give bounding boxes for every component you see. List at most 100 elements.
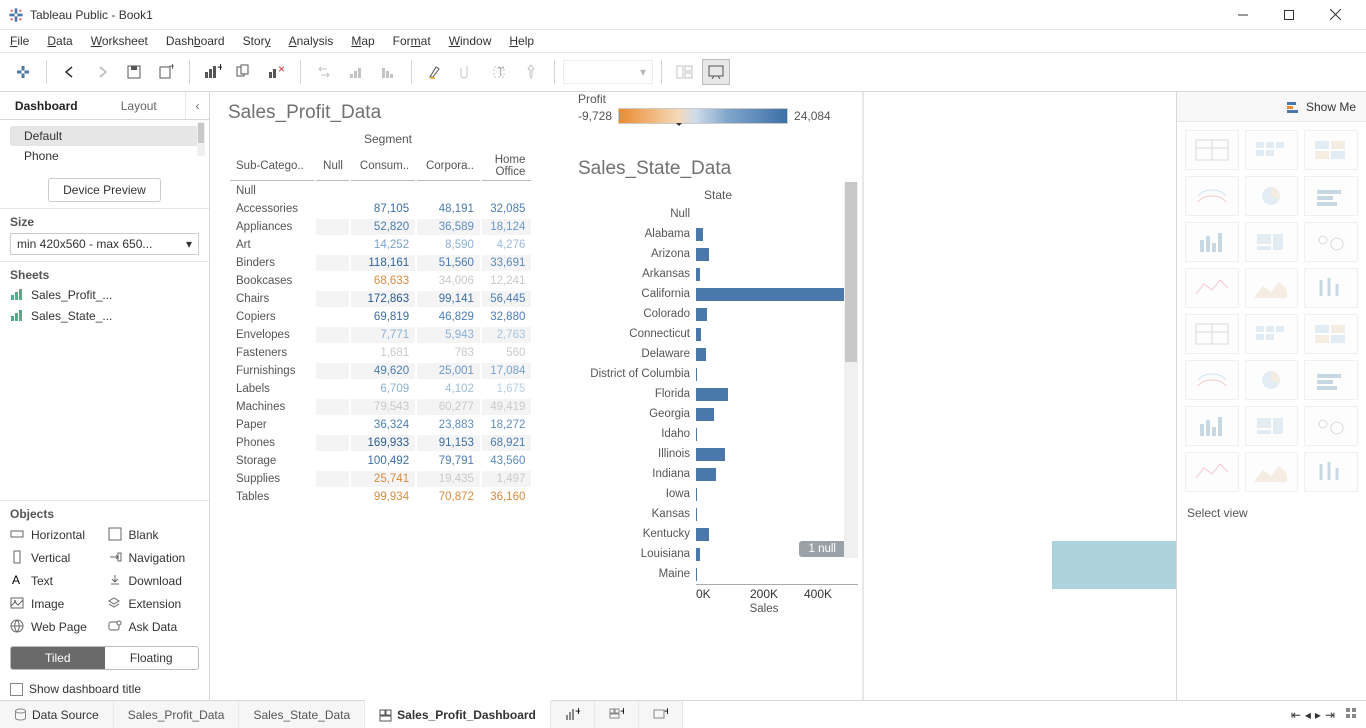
show-cards-button[interactable] — [670, 57, 700, 87]
chart-type-thumb[interactable] — [1304, 452, 1358, 492]
menu-dashboard[interactable]: Dashboard — [164, 33, 227, 49]
collapse-panel-button[interactable]: ‹ — [185, 92, 209, 119]
new-data-button[interactable]: + — [151, 57, 181, 87]
chart-type-thumb[interactable] — [1245, 176, 1299, 216]
attach-button[interactable] — [452, 57, 482, 87]
clear-button[interactable]: × — [262, 57, 292, 87]
chart-type-thumb[interactable] — [1245, 314, 1299, 354]
chart-type-thumb[interactable] — [1245, 268, 1299, 308]
next-tab-button[interactable]: ▸ — [1315, 708, 1321, 722]
menu-data[interactable]: Data — [45, 33, 74, 49]
state-bar-row[interactable]: Connecticut — [578, 324, 858, 344]
state-bar-row[interactable]: Null — [578, 204, 858, 224]
state-bar-row[interactable]: Alabama — [578, 224, 858, 244]
label-button[interactable]: T — [484, 57, 514, 87]
chart-type-thumb[interactable] — [1185, 406, 1239, 446]
chart-type-thumb[interactable] — [1185, 452, 1239, 492]
menu-file[interactable]: File — [8, 33, 31, 49]
chart-type-thumb[interactable] — [1245, 452, 1299, 492]
sort-asc-button[interactable] — [341, 57, 371, 87]
tab-layout[interactable]: Layout — [93, 92, 186, 119]
menu-help[interactable]: Help — [507, 33, 536, 49]
show-me-button[interactable]: Show Me — [1177, 92, 1366, 122]
menu-map[interactable]: Map — [349, 33, 376, 49]
state-bar-row[interactable]: Maine — [578, 564, 858, 584]
chart-type-thumb[interactable] — [1304, 130, 1358, 170]
menu-analysis[interactable]: Analysis — [287, 33, 336, 49]
menu-story[interactable]: Story — [241, 33, 273, 49]
tab-dashboard[interactable]: Dashboard — [0, 92, 93, 119]
data-source-tab[interactable]: Data Source — [0, 701, 114, 728]
floating-button[interactable]: Floating — [105, 647, 199, 669]
state-bar-row[interactable]: Indiana — [578, 464, 858, 484]
menu-format[interactable]: Format — [391, 33, 433, 49]
chart-type-thumb[interactable] — [1304, 314, 1358, 354]
state-bar-row[interactable]: Delaware — [578, 344, 858, 364]
device-default[interactable]: Default — [10, 126, 199, 146]
device-preview-button[interactable]: Device Preview — [48, 178, 161, 202]
tableau-icon[interactable] — [8, 57, 38, 87]
first-tab-button[interactable]: ⇤ — [1291, 708, 1301, 722]
chart-type-thumb[interactable] — [1185, 268, 1239, 308]
show-title-checkbox[interactable]: Show dashboard title — [0, 678, 209, 700]
pin-button[interactable] — [516, 57, 546, 87]
object-text[interactable]: AText — [10, 571, 102, 590]
device-scrollbar[interactable] — [197, 122, 205, 156]
chart-type-thumb[interactable] — [1185, 222, 1239, 262]
menu-worksheet[interactable]: Worksheet — [89, 33, 150, 49]
chart-type-thumb[interactable] — [1185, 360, 1239, 400]
chart-type-thumb[interactable] — [1304, 176, 1358, 216]
chart-type-thumb[interactable] — [1185, 130, 1239, 170]
chart-type-thumb[interactable] — [1304, 360, 1358, 400]
x-axis[interactable]: 0K200K400K — [696, 584, 858, 601]
new-story-button[interactable]: + — [639, 701, 683, 728]
sheet-tab[interactable]: Sales_State_Data — [239, 701, 365, 728]
sheet-item[interactable]: Sales_State_... — [0, 305, 209, 326]
sheet-tab[interactable]: Sales_Profit_Data — [114, 701, 240, 728]
object-ask-data[interactable]: Ask Data — [108, 617, 200, 636]
object-download[interactable]: Download — [108, 571, 200, 590]
tiled-button[interactable]: Tiled — [11, 647, 105, 669]
chart-type-thumb[interactable] — [1245, 222, 1299, 262]
state-bar-row[interactable]: Idaho — [578, 424, 858, 444]
state-bar-row[interactable]: Florida — [578, 384, 858, 404]
chart-type-thumb[interactable] — [1245, 130, 1299, 170]
prev-tab-button[interactable]: ◂ — [1305, 708, 1311, 722]
close-button[interactable] — [1312, 0, 1358, 30]
state-bar-row[interactable]: California — [578, 284, 858, 304]
chart-type-thumb[interactable] — [1185, 314, 1239, 354]
duplicate-button[interactable] — [230, 57, 260, 87]
fit-selector[interactable]: ▾ — [563, 60, 653, 84]
chart-type-thumb[interactable] — [1304, 268, 1358, 308]
swap-button[interactable] — [309, 57, 339, 87]
dashboard-canvas[interactable]: Profit -9,72824,084 Sales_Profit_Data Se… — [210, 92, 1176, 700]
object-horizontal[interactable]: Horizontal — [10, 525, 102, 544]
menu-window[interactable]: Window — [447, 33, 494, 49]
device-phone[interactable]: Phone — [10, 146, 199, 166]
object-image[interactable]: Image — [10, 594, 102, 613]
null-indicator[interactable]: 1 null — [799, 541, 847, 557]
chart-type-thumb[interactable] — [1304, 406, 1358, 446]
state-scrollbar[interactable] — [844, 182, 858, 558]
state-bar-row[interactable]: District of Columbia — [578, 364, 858, 384]
minimize-button[interactable] — [1220, 0, 1266, 30]
last-tab-button[interactable]: ⇥ — [1325, 708, 1335, 722]
state-bar-row[interactable]: Iowa — [578, 484, 858, 504]
sheet-item[interactable]: Sales_Profit_... — [0, 284, 209, 305]
presentation-button[interactable] — [702, 59, 730, 85]
new-dashboard-button[interactable]: + — [595, 701, 639, 728]
chart-type-thumb[interactable] — [1245, 406, 1299, 446]
state-bar-row[interactable]: Arizona — [578, 244, 858, 264]
state-view[interactable]: Sales_State_Data State NullAlabamaArizon… — [578, 158, 858, 615]
chart-type-thumb[interactable] — [1304, 222, 1358, 262]
state-bar-row[interactable]: Illinois — [578, 444, 858, 464]
profit-table[interactable]: Sub-Catego..NullConsum..Corpora..HomeOff… — [228, 150, 548, 507]
state-bar-row[interactable]: Arkansas — [578, 264, 858, 284]
sheet-tab-active[interactable]: Sales_Profit_Dashboard — [365, 700, 551, 728]
chart-type-thumb[interactable] — [1185, 176, 1239, 216]
tab-list-button[interactable] — [1345, 707, 1358, 723]
color-gradient[interactable] — [618, 108, 788, 124]
object-web-page[interactable]: Web Page — [10, 617, 102, 636]
save-button[interactable] — [119, 57, 149, 87]
new-worksheet-button[interactable]: + — [551, 701, 595, 728]
